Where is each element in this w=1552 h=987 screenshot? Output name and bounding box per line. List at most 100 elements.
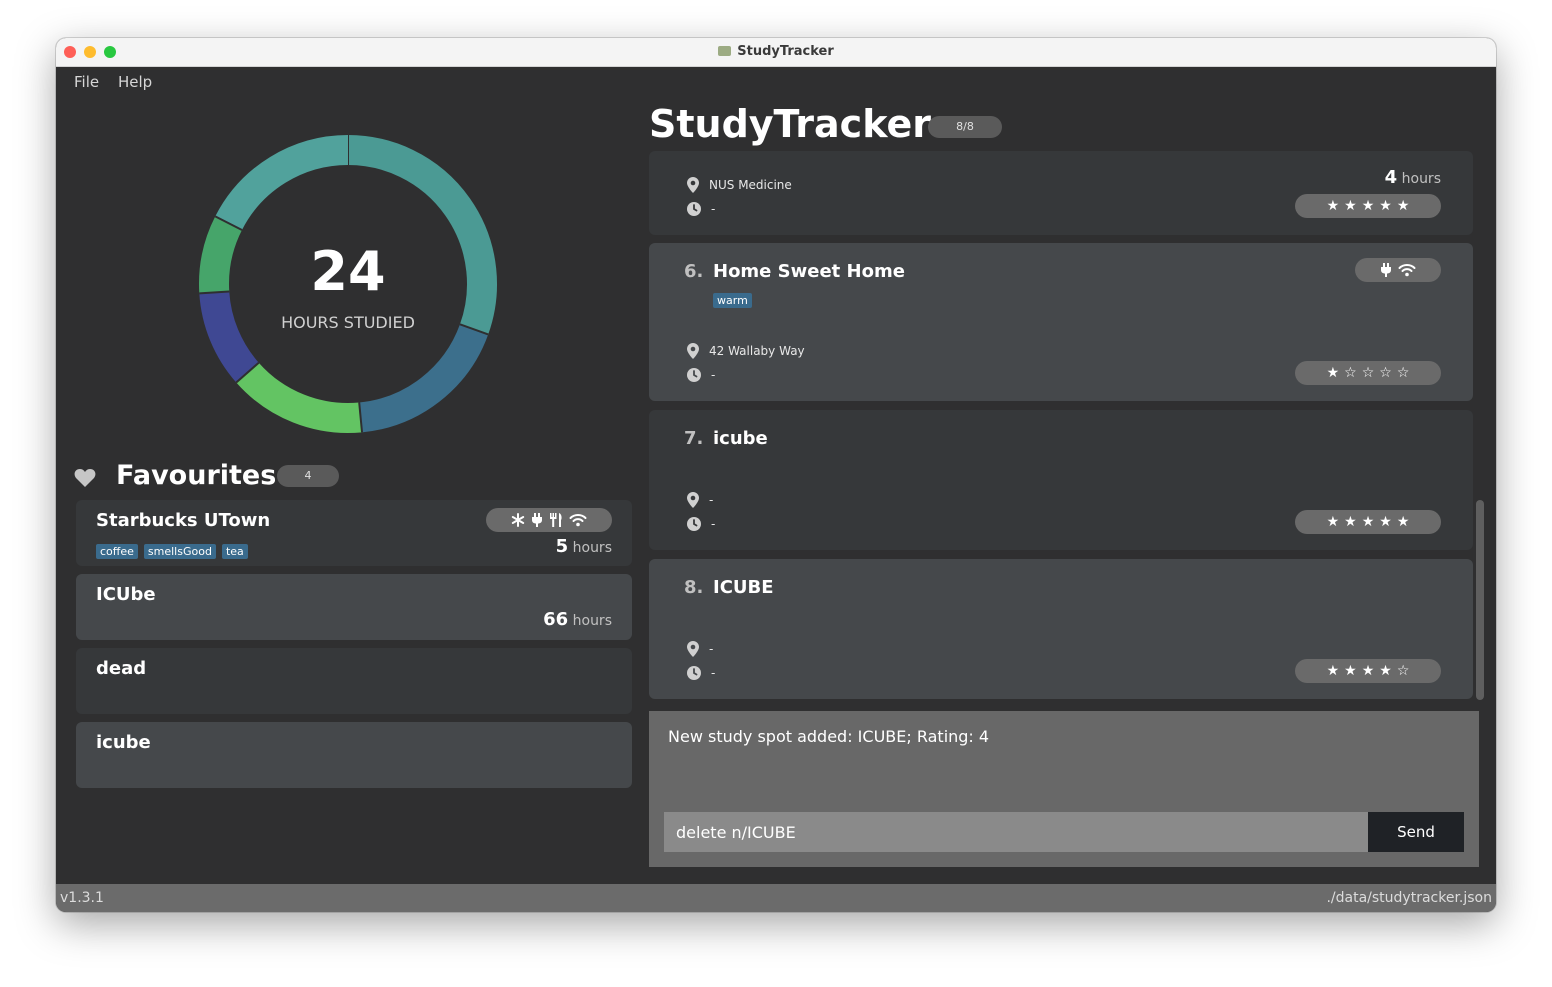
- spot-time: -: [711, 517, 716, 531]
- list-scrollbar[interactable]: [1476, 500, 1484, 700]
- star-filled-icon: ★: [1326, 663, 1340, 679]
- utensils-icon: [550, 513, 562, 527]
- menu-bar: File Help: [56, 67, 1496, 97]
- star-empty-icon: ☆: [1361, 365, 1375, 381]
- star-filled-icon: ★: [1379, 663, 1392, 679]
- spot-hours: 4 hours: [1384, 167, 1441, 188]
- favourite-card[interactable]: ICUbe 66 hours: [76, 574, 632, 640]
- star-filled-icon: ★: [1379, 514, 1392, 530]
- time-row: -: [687, 201, 715, 217]
- time-row: -: [687, 665, 715, 681]
- amenities-pill: [486, 508, 612, 532]
- tag: smellsGood: [143, 544, 216, 559]
- version-label: v1.3.1: [60, 890, 104, 906]
- title-bar: StudyTracker: [56, 38, 1496, 67]
- study-spot-list[interactable]: NUS Medicine - 4 hours ★ ★ ★ ★ ★ 6. Home Swe…: [649, 151, 1473, 703]
- favourite-name: icube: [96, 732, 151, 753]
- menu-file[interactable]: File: [74, 73, 99, 91]
- favourite-card[interactable]: Starbucks UTown coffee smellsGood tea 5 ho…: [76, 500, 632, 566]
- favourite-name: ICUbe: [96, 584, 156, 605]
- rating-stars: ★ ★ ★ ★ ★: [1295, 194, 1441, 218]
- star-empty-icon: ☆: [1379, 365, 1392, 381]
- study-spot-card[interactable]: 7. icube - - ★ ★ ★ ★ ★: [649, 410, 1473, 550]
- tag-list: coffee smellsGood tea: [96, 540, 254, 559]
- star-filled-icon: ★: [1326, 198, 1340, 214]
- rating-stars: ★ ★ ★ ★ ★: [1295, 510, 1441, 534]
- result-panel: New study spot added: ICUBE; Rating: 4 S…: [649, 711, 1479, 867]
- map-pin-icon: [687, 492, 699, 508]
- spot-location: -: [709, 493, 714, 507]
- study-spot-card[interactable]: 8. ICUBE - - ★ ★ ★ ★ ☆: [649, 559, 1473, 699]
- data-file-path: ./data/studytracker.json: [1326, 890, 1492, 906]
- favourites-title: Favourites: [116, 460, 277, 491]
- star-filled-icon: ★: [1396, 198, 1410, 214]
- study-spot-card[interactable]: NUS Medicine - 4 hours ★ ★ ★ ★ ★: [649, 151, 1473, 235]
- clock-icon: [687, 202, 701, 216]
- location-row: 42 Wallaby Way: [687, 343, 805, 359]
- time-row: -: [687, 516, 715, 532]
- hours-donut-chart: 24 HOURS STUDIED: [199, 135, 497, 433]
- star-filled-icon: ★: [1344, 663, 1357, 679]
- spot-location: -: [709, 642, 714, 656]
- map-pin-icon: [687, 177, 699, 193]
- app-window: StudyTracker File Help 24 HOURS STUDIED …: [56, 38, 1496, 912]
- donut-segment: [199, 216, 243, 294]
- favourite-name: dead: [96, 658, 147, 679]
- spot-name: icube: [713, 428, 768, 449]
- time-row: -: [687, 367, 715, 383]
- spot-index: 8.: [684, 577, 704, 598]
- app-title: StudyTracker: [649, 102, 931, 146]
- donut-segment: [358, 323, 489, 433]
- tag: tea: [221, 544, 248, 559]
- result-message: New study spot added: ICUBE; Rating: 4: [668, 727, 990, 746]
- heart-icon: [74, 469, 96, 487]
- location-row: NUS Medicine: [687, 177, 792, 193]
- hours-studied-label: HOURS STUDIED: [281, 313, 415, 332]
- hours-studied-value: 24: [310, 240, 385, 303]
- rating-stars: ★ ☆ ☆ ☆ ☆: [1295, 361, 1441, 385]
- plug-icon: [1381, 263, 1391, 277]
- star-filled-icon: ★: [1361, 514, 1375, 530]
- amenities-pill: [1355, 258, 1441, 282]
- spot-index: 7.: [684, 428, 704, 449]
- favourites-count: 4: [277, 465, 339, 487]
- spot-location: NUS Medicine: [709, 178, 792, 192]
- send-button[interactable]: Send: [1368, 812, 1464, 852]
- spot-location: 42 Wallaby Way: [709, 344, 805, 358]
- star-filled-icon: ★: [1326, 514, 1340, 530]
- tag-list: warm: [713, 289, 758, 308]
- star-filled-icon: ★: [1344, 514, 1357, 530]
- spot-index: 6.: [684, 261, 704, 282]
- spot-time: -: [711, 666, 716, 680]
- menu-help[interactable]: Help: [118, 73, 152, 91]
- status-bar: v1.3.1 ./data/studytracker.json: [56, 884, 1496, 912]
- wifi-icon: [569, 514, 587, 527]
- wifi-icon: [1398, 264, 1416, 277]
- star-filled-icon: ★: [1344, 198, 1357, 214]
- tag: coffee: [96, 544, 138, 559]
- app-icon: [718, 46, 732, 56]
- star-filled-icon: ★: [1379, 198, 1392, 214]
- map-pin-icon: [687, 641, 699, 657]
- study-spot-card[interactable]: 6. Home Sweet Home warm 42 Wallaby Way -…: [649, 243, 1473, 401]
- star-filled-icon: ★: [1326, 365, 1340, 381]
- donut-segment: [215, 135, 349, 231]
- clock-icon: [687, 517, 701, 531]
- favourite-card[interactable]: icube: [76, 722, 632, 788]
- spot-time: -: [711, 202, 716, 216]
- clock-icon: [687, 666, 701, 680]
- clock-icon: [687, 368, 701, 382]
- window-title: StudyTracker: [56, 44, 1496, 59]
- command-input[interactable]: [664, 812, 1368, 852]
- favourite-hours: 66 hours: [543, 609, 612, 630]
- tag: warm: [713, 293, 752, 308]
- location-row: -: [687, 492, 713, 508]
- snowflake-icon: [511, 513, 525, 527]
- star-empty-icon: ☆: [1396, 663, 1410, 679]
- favourite-hours: 5 hours: [555, 536, 612, 557]
- plug-icon: [532, 513, 542, 527]
- favourite-card[interactable]: dead: [76, 648, 632, 714]
- donut-segment: [236, 362, 363, 433]
- favourite-name: Starbucks UTown: [96, 510, 271, 531]
- spot-time: -: [711, 368, 716, 382]
